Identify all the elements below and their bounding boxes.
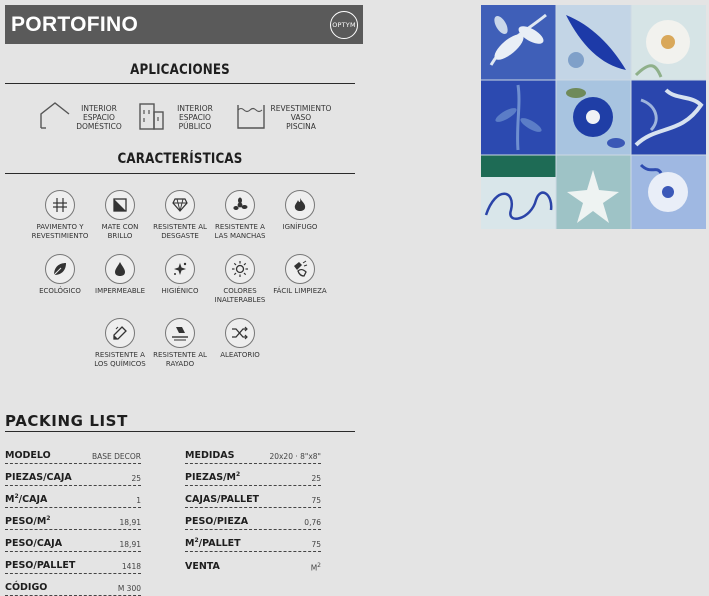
packing-right-column: MEDIDAS 20x20 · 8"x8" PIEZAS/M2 25 CAJAS/P… [185,445,321,574]
packing-list-title: PACKING LIST [5,412,128,430]
packing-row-venta: VENTA M2 [185,561,321,572]
house-icon [40,102,70,129]
packing-row-medidas: MEDIDAS 20x20 · 8"x8" [185,445,321,464]
stain-icon [233,197,248,210]
application-label-pool: REVESTIMIENTO VASO PISCINA [270,104,332,131]
feature-random: ALEATORIO [204,318,276,360]
application-label-public: INTERIOR ESPACIO PÚBLICO [177,104,213,131]
tile-8 [556,155,631,229]
optym-badge: OPTYM [330,11,358,39]
shuffle-icon [232,326,248,340]
packing-row-peso-pieza: PESO/PIEZA 0,76 [185,508,321,530]
packing-row-peso-pallet: PESO/PALLET 1418 [5,552,141,574]
matte-gloss-icon [113,198,127,212]
packing-row-modelo: MODELO BASE DECOR [5,445,141,464]
tile-2 [556,5,631,80]
chemical-icon [113,326,127,340]
flame-icon [294,198,306,211]
pool-icon [237,105,265,129]
caracteristicas-heading: CARACTERÍSTICAS [117,151,243,167]
packing-row-piezas-caja: PIEZAS/CAJA 25 [5,464,141,486]
application-item-pool [234,100,268,135]
tile-7 [481,155,556,229]
leaf-icon [53,263,66,276]
packing-row-cajas-pallet: CAJAS/PALLET 75 [185,486,321,508]
caracteristicas-rule [5,173,355,174]
floor-wall-icon [53,198,67,212]
application-label-domestic: INTERIOR ESPACIO DOMÉSTICO [76,104,122,131]
feature-easy-clean: FÁCIL LIMPIEZA [264,254,336,296]
packing-list-rule [5,431,355,432]
feature-fireproof: IGNÍFUGO [264,190,336,232]
packing-row-peso-m2: PESO/M2 18,91 [5,508,141,530]
tile-4 [481,80,556,155]
drop-icon [115,262,125,276]
tile-9 [631,155,706,229]
cleaning-hand-icon [294,260,308,277]
packing-row-peso-caja: PESO/CAJA 18,91 [5,530,141,552]
packing-row-m2-pallet: M2/PALLET 75 [185,530,321,552]
tile-pattern-image [481,5,706,229]
tile-5 [556,80,631,155]
sparkle-icon [174,262,187,275]
scratch-icon [172,327,188,341]
packing-row-m2-caja: M2/CAJA 1 [5,486,141,508]
packing-left-column: MODELO BASE DECOR PIEZAS/CAJA 25 M2/CAJA 1 … [5,445,141,596]
application-item-domestic [38,100,72,135]
diamond-icon [172,198,188,212]
packing-row-piezas-m2: PIEZAS/M2 25 [185,464,321,486]
aplicaciones-rule [5,83,355,84]
title-bar: PORTOFINO OPTYM [5,5,363,44]
building-icon [139,103,164,130]
sun-icon [232,261,248,277]
tile-1 [481,5,556,80]
tile-6 [631,80,706,155]
application-item-public [136,100,170,135]
tile-3 [631,5,706,80]
aplicaciones-heading: APLICACIONES [130,62,230,78]
product-title: PORTOFINO [11,13,139,36]
